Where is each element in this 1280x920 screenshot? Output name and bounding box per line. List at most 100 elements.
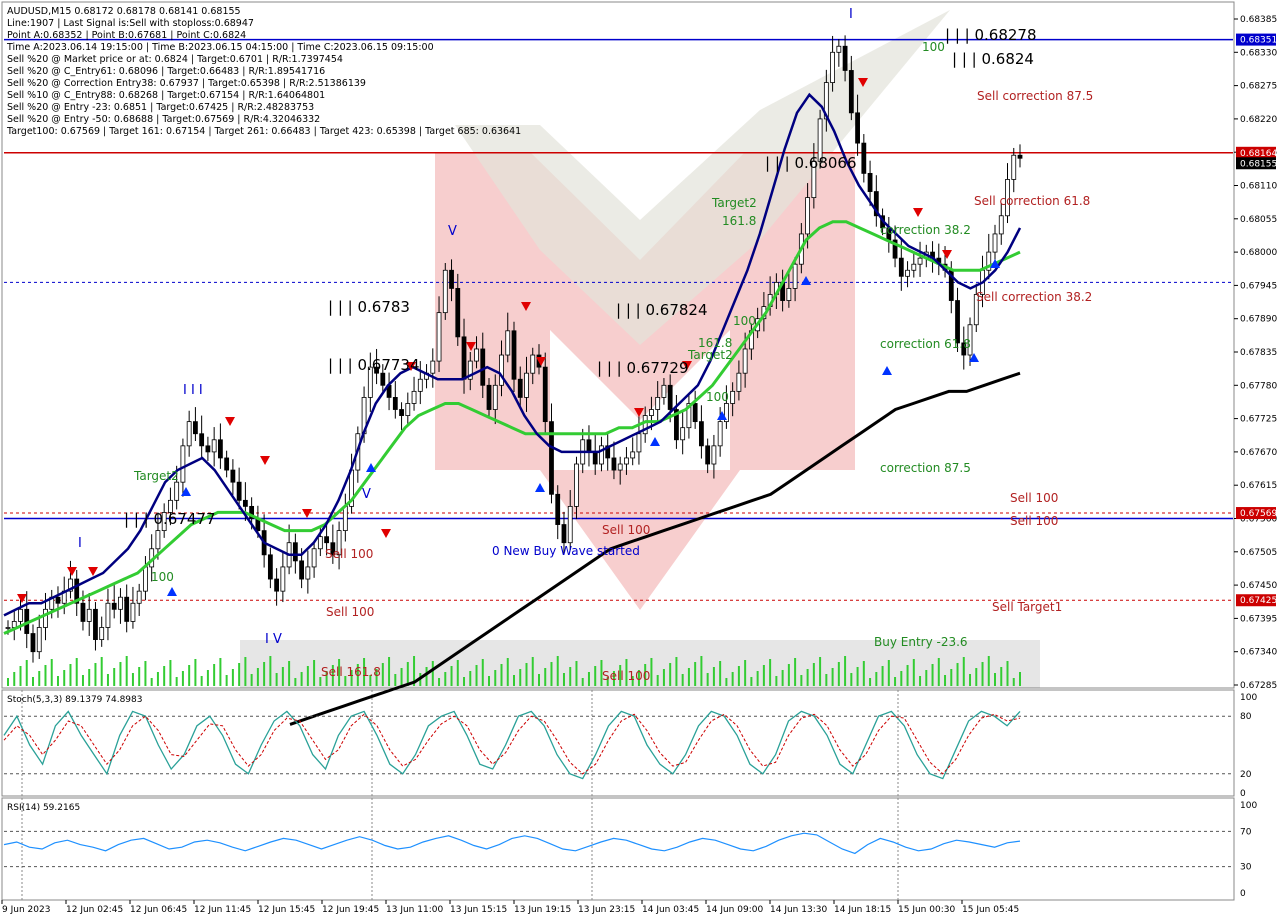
info-line: Time A:2023.06.14 19:15:00 | Time B:2023… [6, 42, 434, 53]
annotation: Sell 100 [602, 523, 650, 537]
info-line: Line:1907 | Last Signal is:Sell with sto… [7, 18, 254, 29]
candle-body [217, 439, 223, 459]
price-tick-label: 0.67725 [1240, 415, 1277, 425]
candle-body [280, 566, 286, 592]
wave-label: V [448, 224, 457, 239]
price-tick-label: 0.67505 [1240, 548, 1277, 558]
wave-label: I [78, 536, 82, 551]
candle-body [555, 493, 561, 525]
wave-label: I V [265, 632, 282, 647]
trading-chart[interactable]: AUDUSD,M15 0.68172 0.68178 0.68141 0.681… [0, 0, 1280, 920]
annotation: Sell 100 [602, 669, 650, 683]
level-label: | | | 0.6783 [328, 298, 410, 316]
time-tick-label: 14 Jun 09:00 [706, 905, 763, 915]
price-tick-label: 0.67780 [1240, 381, 1277, 391]
candle-body [11, 621, 17, 628]
annotation: Target2 [687, 348, 733, 362]
candle-body [449, 269, 454, 289]
info-line: Target100: 0.67569 | Target 161: 0.67154… [6, 126, 521, 137]
candle-body [586, 439, 592, 453]
candle-body [830, 51, 835, 83]
annotation: Sell 100 [325, 547, 373, 561]
candle-body [786, 288, 792, 301]
candle-body [392, 397, 398, 410]
annotation: 100 [706, 390, 729, 404]
candle-body [511, 330, 517, 380]
stoch-level-label: 20 [1240, 770, 1252, 780]
level-label: | | | 0.67734 [328, 356, 420, 374]
candle-body [80, 602, 86, 622]
annotation: correction 38.2 [880, 223, 971, 237]
annotation: Sell correction 38.2 [976, 290, 1092, 304]
candle-body [311, 548, 317, 568]
stoch-level-label: 100 [1240, 693, 1257, 703]
price-tick-label: 0.67450 [1240, 581, 1277, 591]
candle-body [186, 421, 192, 447]
price-tick-label: 0.68000 [1240, 248, 1277, 258]
annotation: Buy Entry -23.6 [874, 635, 968, 649]
candle-body [305, 566, 311, 580]
time-tick-label: 13 Jun 23:15 [578, 905, 635, 915]
candle-body [711, 445, 717, 465]
annotation: 100 [733, 314, 756, 328]
candle-body [242, 499, 248, 507]
level-label: | | | 0.6824 [952, 50, 1034, 68]
candle-body [230, 469, 236, 483]
candle-body [505, 330, 511, 356]
candle-body [667, 384, 673, 410]
price-tick-label: 0.67890 [1240, 315, 1277, 325]
candle-body [492, 384, 498, 410]
candle-body [342, 505, 348, 532]
price-tag-label: 0.67569 [1240, 509, 1277, 519]
candle-body [699, 421, 704, 447]
candle-body [730, 390, 736, 404]
annotation: Sell 161.8 [321, 665, 381, 679]
candle-body [561, 524, 567, 544]
rsi-panel-frame [1, 797, 1235, 901]
candle-body [917, 257, 923, 265]
candle-body [324, 536, 329, 544]
level-label: | | | 0.67729 [597, 359, 689, 377]
stoch-panel-frame [1, 689, 1235, 797]
candle-body [118, 596, 123, 610]
annotation: Sell correction 61.8 [974, 194, 1090, 208]
candle-body [592, 451, 598, 465]
level-label: | | | 0.68278 [945, 26, 1037, 44]
price-tag-label: 0.67425 [1240, 596, 1277, 606]
price-tag-label: 0.68351 [1240, 36, 1277, 46]
info-line: Sell %20 @ Entry -23: 0.6851 | Target:0.… [7, 102, 314, 113]
time-tick-label: 13 Jun 19:15 [514, 905, 571, 915]
symbol-line: AUDUSD,M15 0.68172 0.68178 0.68141 0.681… [7, 6, 241, 17]
price-tick-label: 0.67670 [1240, 448, 1277, 458]
candle-body [174, 481, 180, 501]
candle-body [99, 627, 105, 640]
candle-body [405, 403, 411, 416]
candle-body [624, 457, 629, 465]
annotation: Sell 100 [1010, 491, 1058, 505]
candle-body [236, 481, 242, 501]
price-axis: 0.683850.683300.682750.682200.681650.681… [1234, 15, 1277, 691]
info-line: Sell %20 @ C_Entry61: 0.68096 | Target:0… [7, 66, 325, 77]
candle-body [636, 433, 642, 453]
time-tick-label: 12 Jun 11:45 [194, 905, 251, 915]
price-tick-label: 0.67340 [1240, 648, 1277, 658]
annotation: Sell 100 [1010, 514, 1058, 528]
stoch-level-label: 0 [1240, 789, 1246, 799]
candle-body [517, 378, 523, 398]
candle-body [855, 112, 860, 144]
time-tick-label: 12 Jun 15:45 [258, 905, 315, 915]
time-tick-label: 14 Jun 03:45 [642, 905, 699, 915]
annotation: 161.8 [698, 336, 732, 350]
candle-body [36, 627, 42, 653]
time-tick-label: 12 Jun 19:45 [322, 905, 379, 915]
time-axis: 9 Jun 2023 12 Jun 02:45 12 Jun 06:45 12 Jun… [1, 900, 1019, 915]
price-tick-label: 0.67835 [1240, 348, 1277, 358]
candle-body [692, 403, 698, 423]
candle-body [848, 70, 854, 114]
wave-label: I [849, 7, 853, 22]
level-label: | | | 0.67477 [124, 510, 216, 528]
time-tick-label: 15 Jun 05:45 [962, 905, 1019, 915]
info-line: Point A:0.68352 | Point B:0.67681 | Poin… [7, 30, 246, 41]
stoch-level-label: 80 [1240, 712, 1252, 722]
candle-body [792, 263, 798, 289]
